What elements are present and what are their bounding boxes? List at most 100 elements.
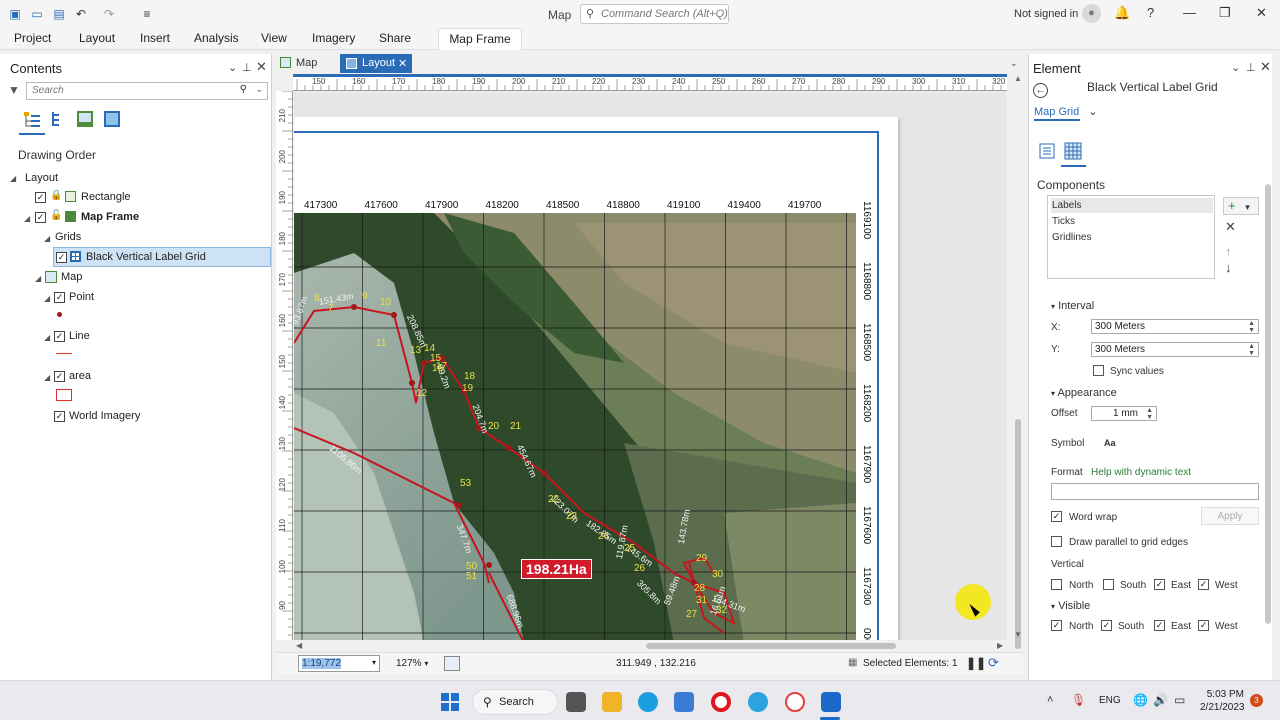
minimize-icon[interactable]: — [1183, 5, 1196, 20]
collapse-toggle[interactable]: ◢ [35, 274, 41, 283]
tree-point[interactable]: Point [69, 291, 94, 303]
chevron-down-icon[interactable]: ▾ [424, 659, 428, 668]
save-project-icon[interactable]: ▤ [50, 5, 68, 23]
list-by-selection-icon[interactable] [76, 110, 94, 128]
tree-black-vertical-label-grid[interactable]: Black Vertical Label Grid [86, 251, 206, 263]
y-interval-input[interactable]: 300 Meters ▲ ▼ [1091, 342, 1259, 357]
checkbox-map-frame[interactable]: ✓ [35, 212, 46, 223]
scroll-down-icon[interactable]: ▼ [1014, 630, 1022, 639]
offset-input[interactable]: 1 mm ▲ ▼ [1091, 406, 1157, 421]
scroll-up-icon[interactable]: ▲ [1014, 74, 1022, 83]
format-input[interactable] [1051, 483, 1259, 500]
command-search-input[interactable]: ⚲ Command Search (Alt+Q) [580, 4, 729, 24]
draw-parallel-checkbox[interactable] [1051, 536, 1062, 547]
apply-button[interactable]: Apply [1201, 507, 1259, 525]
symbol-preview[interactable]: Aa [1104, 438, 1116, 448]
restore-icon[interactable]: ❐ [1219, 5, 1231, 21]
sync-values-checkbox[interactable] [1093, 365, 1104, 376]
sign-in-status[interactable]: Not signed in [1014, 8, 1078, 20]
scroll-right-icon[interactable]: ▶ [997, 641, 1003, 650]
network-icon[interactable]: 🌐 [1133, 693, 1148, 707]
chevron-down-icon[interactable]: ⌄ [1088, 106, 1097, 118]
horizontal-scroll-thumb[interactable] [646, 643, 896, 649]
help-icon[interactable]: ? [1147, 5, 1154, 20]
layout-canvas[interactable]: 417300 417600 417900 418200 418500 418800 4191… [294, 92, 1007, 640]
arcgis-pro-icon[interactable] [821, 692, 841, 712]
refresh-icon[interactable]: ⟳ [988, 655, 999, 671]
chevron-down-icon[interactable]: ⌄ [1010, 58, 1018, 69]
tree-map[interactable]: Map [61, 271, 82, 283]
tab-layout[interactable]: Layout [79, 31, 115, 45]
grid-components-icon[interactable] [1064, 142, 1082, 160]
remove-component-icon[interactable]: ✕ [1225, 219, 1236, 235]
chevron-down-icon[interactable]: ▾ [372, 658, 376, 667]
move-down-icon[interactable]: ↓ [1225, 260, 1232, 275]
collapse-toggle[interactable]: ◢ [10, 174, 16, 183]
element-category-dropdown[interactable]: Map Grid ⌄ [1034, 105, 1098, 118]
chevron-up-icon[interactable]: ˄ [1047, 694, 1053, 706]
windows-start-icon[interactable] [440, 692, 460, 712]
tab-analysis[interactable]: Analysis [194, 31, 239, 45]
zoom-level[interactable]: 127% ▾ [396, 658, 428, 669]
collapse-toggle[interactable]: ◢ [44, 234, 50, 243]
visible-north-checkbox[interactable]: ✓ [1051, 620, 1062, 631]
tab-share[interactable]: Share [379, 31, 411, 45]
tab-insert[interactable]: Insert [140, 31, 170, 45]
add-component-button[interactable]: + ▾ [1223, 197, 1259, 215]
input-language[interactable]: ENG [1099, 695, 1121, 706]
vertical-scrollbar[interactable]: ▲ ▼ [1013, 74, 1024, 649]
filter-icon[interactable]: ▼ [8, 83, 20, 97]
interval-heading[interactable]: ▾ Interval [1051, 300, 1094, 312]
tab-map-frame[interactable]: Map Frame [438, 28, 522, 50]
customize-toolbar-icon[interactable]: ≡ [138, 5, 156, 23]
point-symbol-icon[interactable] [57, 312, 62, 317]
help-dynamic-text-link[interactable]: Help with dynamic text [1091, 467, 1191, 478]
components-list[interactable]: Labels Ticks Gridlines [1047, 195, 1215, 279]
telegram-icon[interactable] [748, 692, 768, 712]
map-frame-imagery[interactable]: 198.21Ha 151.43m 93.67m 208.85m 89.2m 204.7m… [294, 213, 856, 640]
collapse-toggle[interactable]: ◢ [24, 214, 30, 223]
list-by-editing-icon[interactable] [103, 110, 121, 128]
tab-project[interactable]: Project [14, 31, 51, 45]
pause-drawing-icon[interactable]: ❚❚ [966, 656, 986, 670]
fixed-zoom-icon[interactable] [444, 656, 460, 671]
tab-imagery[interactable]: Imagery [312, 31, 355, 45]
scale-input[interactable]: 1:19,772 ▾ [298, 655, 380, 672]
clock[interactable]: 5:03 PM 2/21/2023 [1200, 688, 1245, 714]
checkbox-line[interactable]: ✓ [54, 331, 65, 342]
scroll-left-icon[interactable]: ◀ [296, 641, 302, 650]
spinner-icon[interactable]: ▲ ▼ [1248, 320, 1255, 334]
word-wrap-checkbox[interactable]: ✓ [1051, 511, 1062, 522]
unlock-icon[interactable]: 🔓 [50, 210, 62, 221]
vertical-south-checkbox[interactable] [1103, 579, 1114, 590]
tree-world-imagery[interactable]: World Imagery [69, 410, 140, 422]
element-pane-scrollbar[interactable] [1265, 184, 1271, 624]
appearance-heading[interactable]: ▾ Appearance [1051, 387, 1117, 399]
spinner-icon[interactable]: ▲ ▼ [1146, 407, 1153, 421]
visible-heading[interactable]: ▾ Visible [1051, 600, 1090, 612]
close-icon[interactable]: ✕ [1256, 5, 1267, 21]
lock-icon[interactable]: 🔒 [50, 190, 62, 201]
checkbox-point[interactable]: ✓ [54, 292, 65, 303]
checkbox-area[interactable]: ✓ [54, 371, 65, 382]
tree-grids[interactable]: Grids [55, 231, 81, 243]
notification-badge[interactable]: 3 [1250, 694, 1263, 707]
visible-west-checkbox[interactable]: ✓ [1198, 620, 1209, 631]
close-pane-icon[interactable]: ✕ [1260, 59, 1271, 75]
open-project-icon[interactable]: ▭ [28, 5, 46, 23]
component-ticks[interactable]: Ticks [1051, 214, 1213, 229]
pin-icon[interactable]: ⊥ [242, 61, 252, 74]
grid-properties-icon[interactable] [1039, 142, 1057, 160]
component-labels[interactable]: Labels [1051, 198, 1213, 213]
x-interval-input[interactable]: 300 Meters ▲ ▼ [1091, 319, 1259, 334]
spinner-icon[interactable]: ▲ ▼ [1248, 343, 1255, 357]
pin-icon[interactable]: ⊥ [1246, 61, 1256, 74]
pane-options-icon[interactable]: ⌄ [228, 61, 237, 74]
checkbox-rectangle[interactable]: ✓ [35, 192, 46, 203]
close-pane-icon[interactable]: ✕ [256, 59, 267, 75]
tree-map-frame[interactable]: Map Frame [81, 211, 139, 223]
visible-east-checkbox[interactable]: ✓ [1154, 620, 1165, 631]
avatar[interactable]: ● [1082, 4, 1101, 23]
notification-bell-icon[interactable]: 🔔 [1114, 5, 1130, 21]
checkbox-grid[interactable]: ✓ [56, 252, 67, 263]
